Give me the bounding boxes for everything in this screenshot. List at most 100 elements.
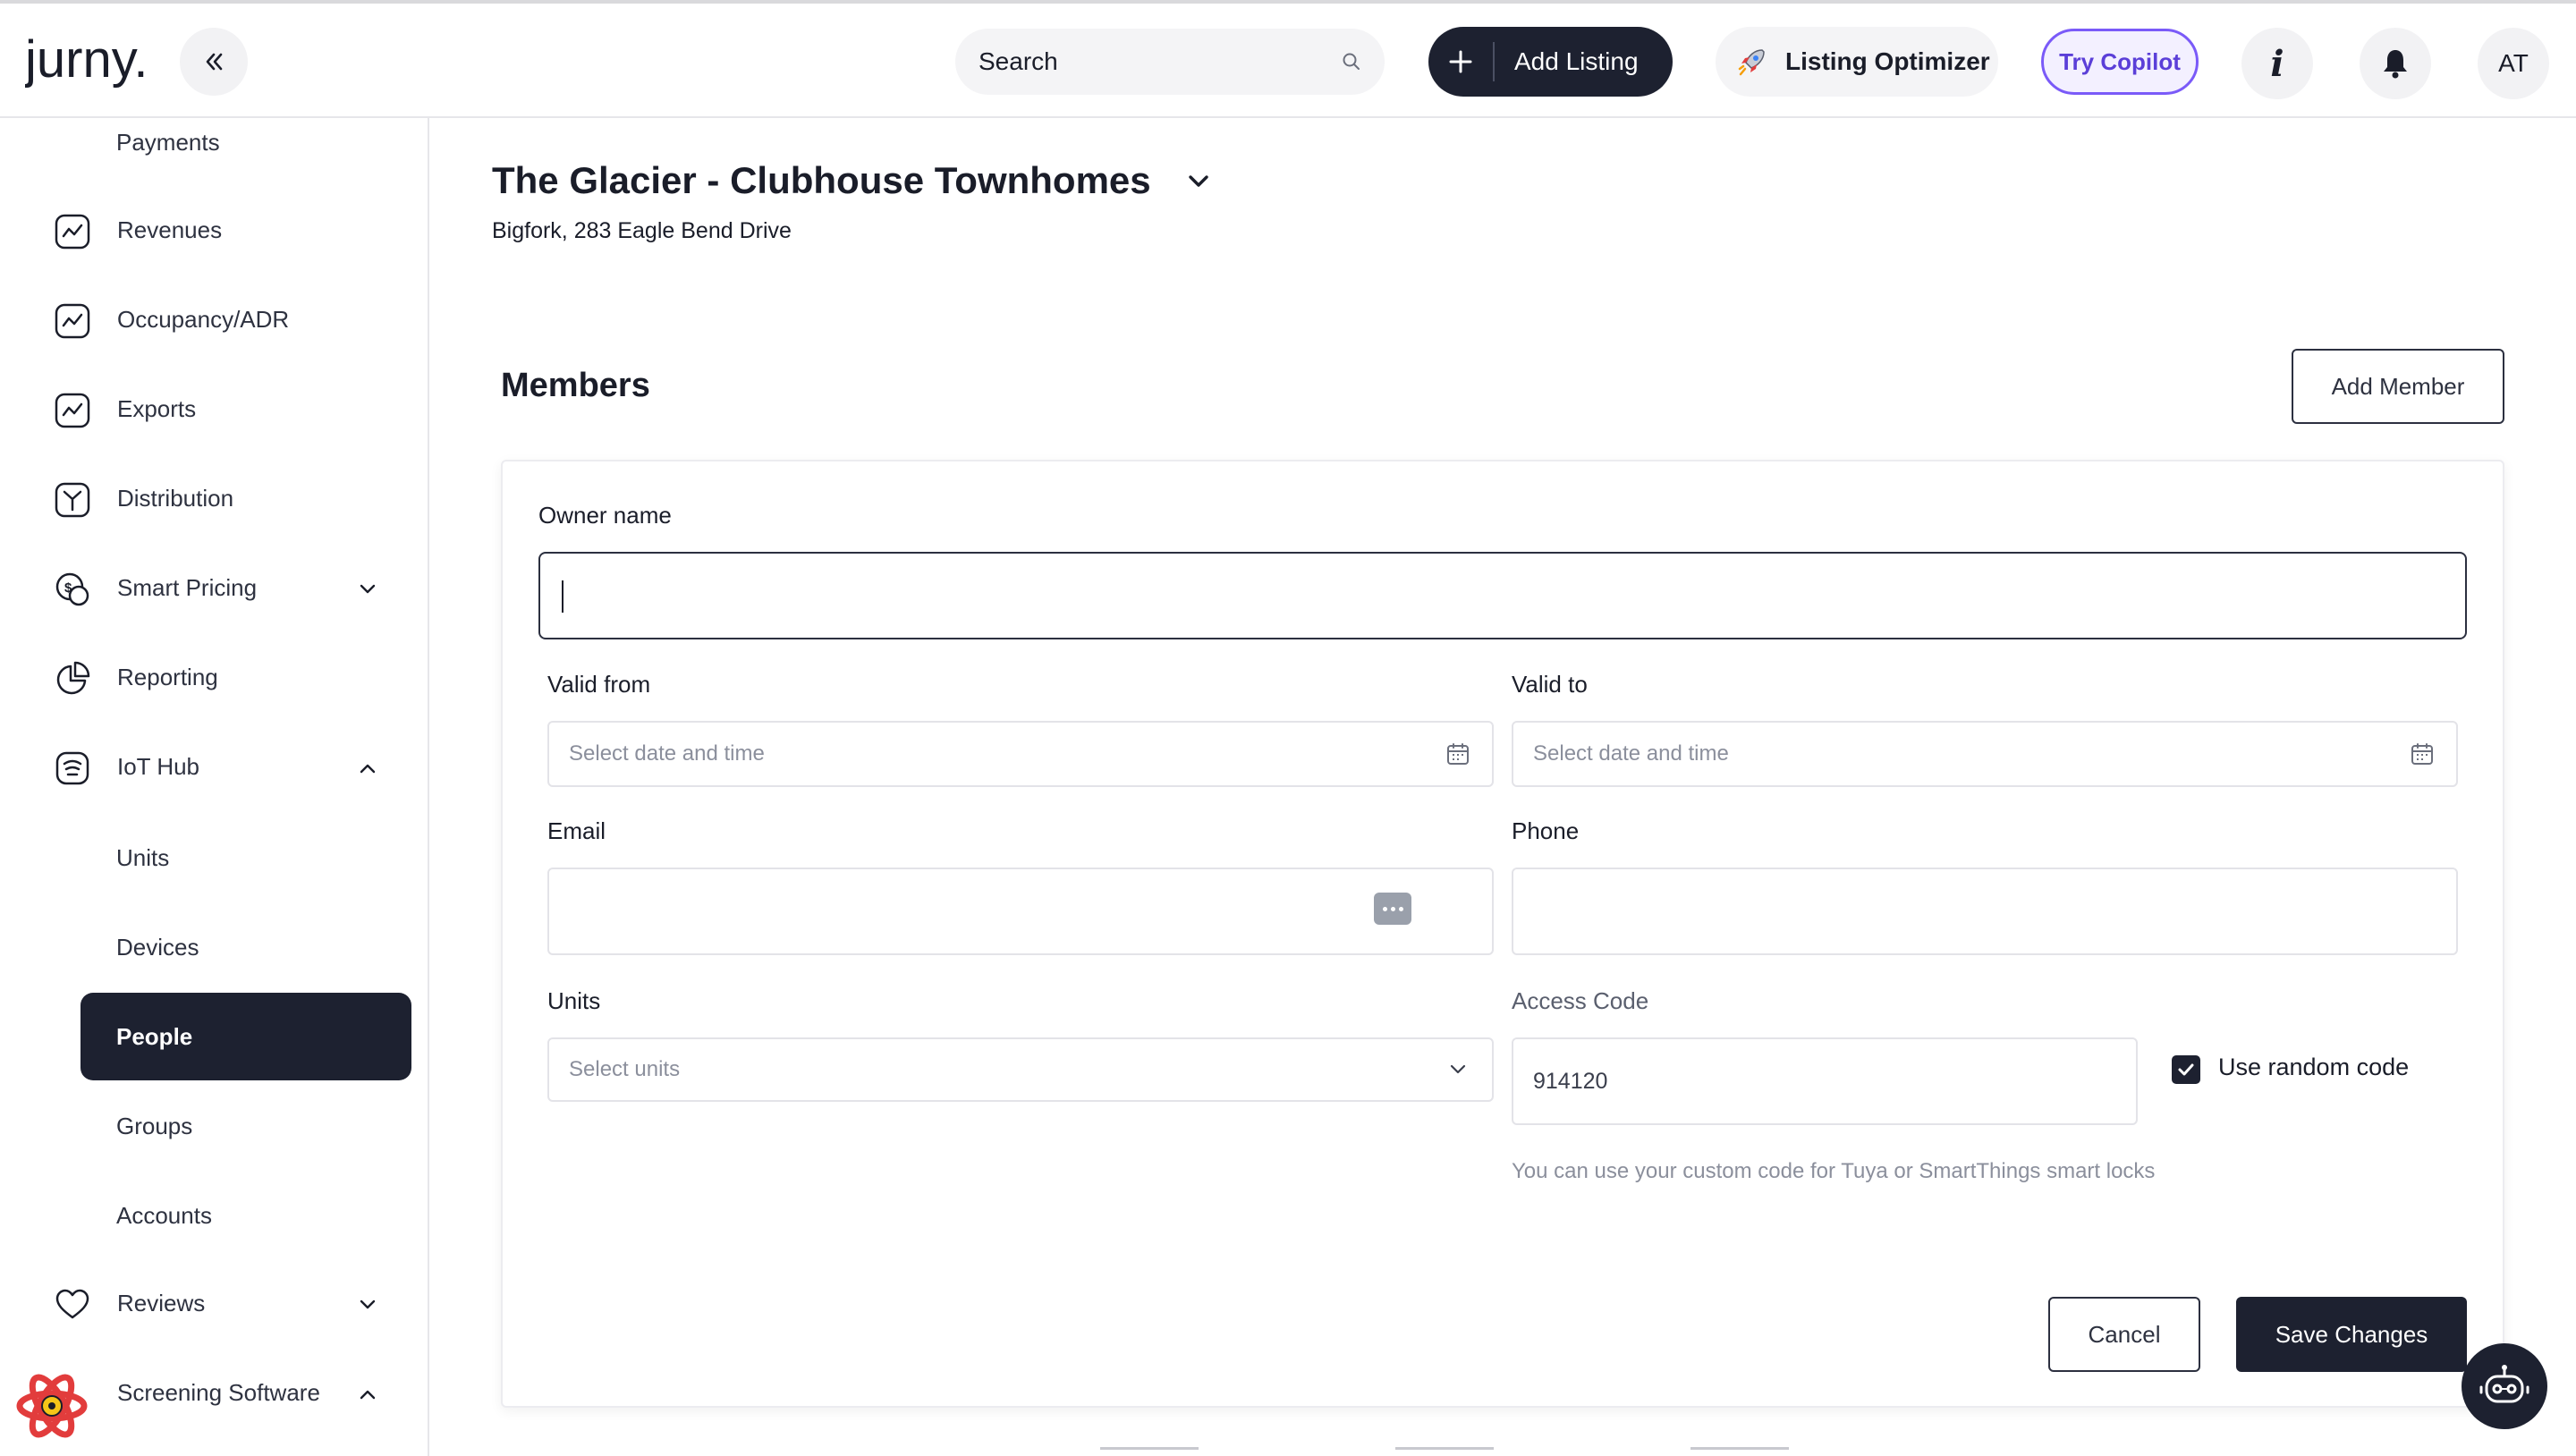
sidebar-item-label: Devices — [116, 934, 199, 961]
sidebar: Payments Revenues Occupancy/ADR Exports — [0, 118, 429, 1456]
info-icon: i — [2270, 42, 2284, 85]
chevron-up-icon[interactable] — [354, 755, 381, 782]
svg-text:$: $ — [64, 580, 72, 596]
sidebar-item-label: IoT Hub — [117, 753, 200, 780]
sidebar-item-distribution[interactable]: Distribution — [0, 460, 428, 540]
use-random-code-label[interactable]: Use random code — [2218, 1054, 2409, 1081]
sidebar-item-label: Screening Software — [117, 1379, 320, 1406]
sidebar-subitem-people[interactable]: People — [80, 993, 411, 1080]
listing-address: Bigfork, 283 Eagle Bend Drive — [492, 218, 792, 243]
try-copilot-label: Try Copilot — [2059, 47, 2181, 75]
valid-to-input[interactable]: Select date and time — [1512, 721, 2458, 787]
jurny-logo[interactable]: jurny. — [25, 25, 150, 97]
app-root: jurny. Search Add Listing Listing Optimi… — [0, 0, 2576, 1456]
notifications-button[interactable] — [2360, 28, 2431, 99]
chart-line-icon — [55, 393, 90, 428]
screening-logo-icon — [16, 1374, 88, 1438]
double-chevron-left-icon — [206, 53, 223, 71]
sidebar-item-label: Units — [116, 844, 170, 871]
search-input[interactable]: Search — [955, 29, 1385, 95]
calendar-icon[interactable] — [2410, 741, 2435, 766]
valid-to-placeholder: Select date and time — [1533, 741, 1729, 766]
sidebar-item-label: Payments — [116, 129, 220, 156]
units-select[interactable]: Select units — [547, 1037, 1494, 1102]
bell-icon — [2384, 50, 2407, 79]
owner-name-label: Owner name — [538, 502, 672, 529]
svg-text:jurny.: jurny. — [25, 30, 148, 89]
heart-icon — [55, 1289, 89, 1319]
plus-icon — [1449, 50, 1472, 73]
use-random-code-checkbox[interactable] — [2172, 1055, 2200, 1084]
cancel-label: Cancel — [2088, 1320, 2161, 1348]
chart-line-icon — [55, 303, 90, 339]
sidebar-subitem-devices[interactable]: Devices — [80, 903, 411, 991]
sidebar-item-label: Occupancy/ADR — [117, 306, 290, 333]
phone-label: Phone — [1512, 817, 1580, 844]
sidebar-item-label: Groups — [116, 1113, 193, 1139]
collapse-sidebar-button[interactable] — [180, 28, 248, 96]
chevron-down-icon[interactable] — [354, 576, 381, 603]
phone-input[interactable] — [1512, 868, 2458, 955]
try-copilot-button[interactable]: Try Copilot — [2041, 29, 2199, 95]
text-caret — [562, 580, 564, 613]
iot-hub-icon — [55, 751, 89, 785]
units-placeholder: Select units — [569, 1057, 681, 1081]
sidebar-item-label: Accounts — [116, 1202, 212, 1229]
valid-from-input[interactable]: Select date and time — [547, 721, 1494, 787]
password-manager-icon[interactable] — [1374, 893, 1411, 925]
add-listing-label: Add Listing — [1514, 47, 1639, 75]
access-code-value: 914120 — [1533, 1068, 1608, 1094]
user-avatar[interactable]: AT — [2478, 28, 2549, 99]
distribution-icon — [55, 482, 90, 518]
save-changes-button[interactable]: Save Changes — [2236, 1297, 2467, 1372]
listing-title: The Glacier - Clubhouse Townhomes — [492, 159, 1151, 201]
add-listing-button[interactable]: Add Listing — [1428, 27, 1673, 97]
sidebar-item-label: Reviews — [117, 1290, 206, 1316]
listing-optimizer-label: Listing Optimizer — [1785, 47, 1990, 75]
chat-assistant-button[interactable] — [2462, 1343, 2547, 1429]
chart-line-icon — [55, 214, 90, 250]
cancel-button[interactable]: Cancel — [2048, 1297, 2200, 1372]
sidebar-subitem-units[interactable]: Units — [80, 814, 411, 902]
table-header-peek-1 — [1100, 1447, 1199, 1454]
sidebar-item-exports[interactable]: Exports — [0, 370, 428, 451]
add-member-label: Add Member — [2331, 372, 2465, 400]
members-heading: Members — [501, 367, 650, 404]
chevron-up-icon[interactable] — [354, 1381, 381, 1408]
sidebar-item-smart-pricing[interactable]: $ Smart Pricing — [0, 549, 428, 630]
valid-to-label: Valid to — [1512, 671, 1588, 698]
table-header-peek-2 — [1395, 1447, 1494, 1454]
valid-from-placeholder: Select date and time — [569, 741, 765, 766]
access-code-label: Access Code — [1512, 987, 1649, 1014]
calendar-icon[interactable] — [1445, 741, 1470, 766]
sidebar-item-revenues[interactable]: Revenues — [0, 191, 428, 272]
rocket-icon — [1738, 49, 1765, 76]
sidebar-item-reporting[interactable]: Reporting — [0, 639, 428, 719]
save-changes-label: Save Changes — [2275, 1320, 2428, 1348]
sidebar-subitem-accounts[interactable]: Accounts — [80, 1172, 411, 1259]
sidebar-item-label: Reporting — [117, 664, 218, 690]
top-header: jurny. Search Add Listing Listing Optimi… — [0, 4, 2576, 118]
sidebar-item-reviews[interactable]: Reviews — [0, 1265, 428, 1345]
sidebar-item-payments[interactable]: Payments — [0, 118, 428, 199]
listing-select-chevron-down-icon[interactable] — [1182, 165, 1215, 197]
email-label: Email — [547, 817, 606, 844]
chevron-down-icon[interactable] — [354, 1291, 381, 1318]
add-member-button[interactable]: Add Member — [2292, 349, 2504, 424]
owner-name-input[interactable] — [538, 552, 2467, 639]
units-label: Units — [547, 987, 601, 1014]
sidebar-item-occupancy-adr[interactable]: Occupancy/ADR — [0, 281, 428, 361]
listing-optimizer-button[interactable]: Listing Optimizer — [1716, 27, 1998, 97]
avatar-initials: AT — [2498, 49, 2529, 77]
chevron-down-icon — [1450, 1064, 1466, 1074]
email-input[interactable] — [547, 868, 1494, 955]
sidebar-item-iot-hub[interactable]: IoT Hub — [0, 728, 428, 808]
table-header-peek — [1100, 1447, 1995, 1456]
sidebar-subitem-groups[interactable]: Groups — [80, 1082, 411, 1170]
sidebar-item-label: Distribution — [117, 485, 234, 512]
table-header-peek-3 — [1690, 1447, 1789, 1454]
search-icon — [1343, 53, 1360, 70]
access-code-input[interactable]: 914120 — [1512, 1037, 2138, 1125]
info-button[interactable]: i — [2241, 28, 2313, 99]
sidebar-item-label: People — [116, 1023, 193, 1050]
